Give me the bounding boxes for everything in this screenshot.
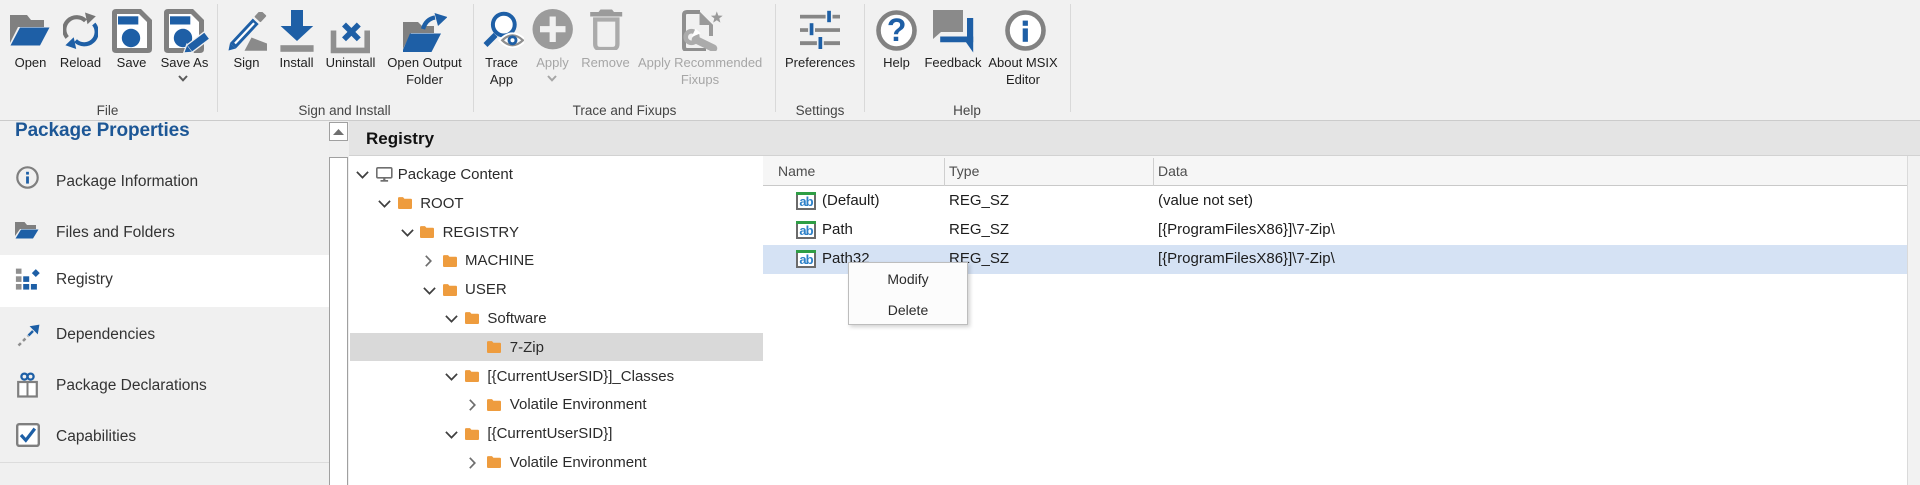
svg-text:?: ? [887,12,907,48]
